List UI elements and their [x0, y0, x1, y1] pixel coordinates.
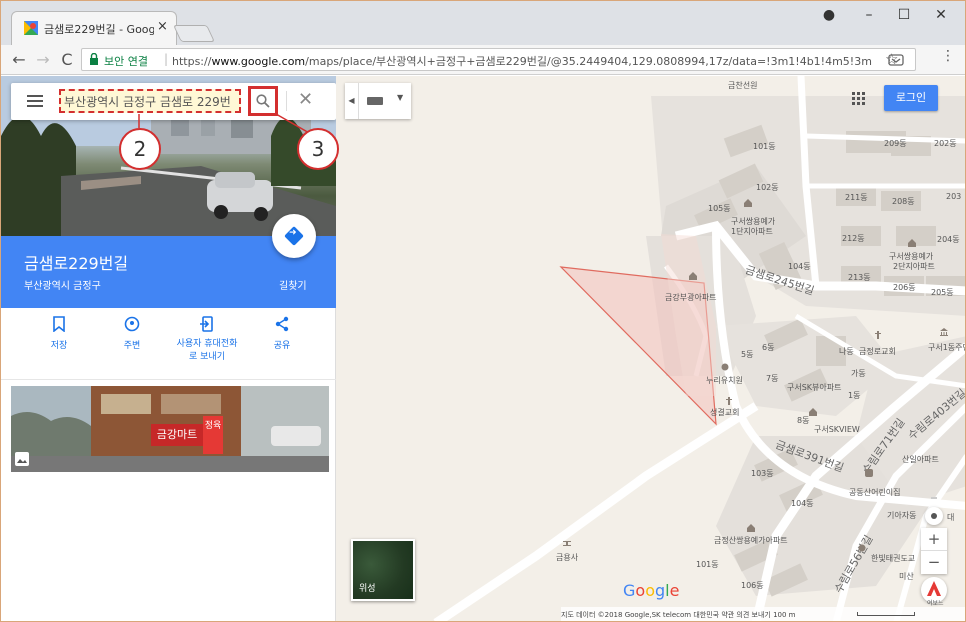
screenshot-frame: 금샘로229번길 - Google × ● – ☐ ✕ ← → C 보안 연결 … — [0, 0, 966, 622]
callout-3: 3 — [297, 128, 339, 170]
callout-2: 2 — [119, 128, 161, 170]
callout-lines — [138, 113, 312, 135]
